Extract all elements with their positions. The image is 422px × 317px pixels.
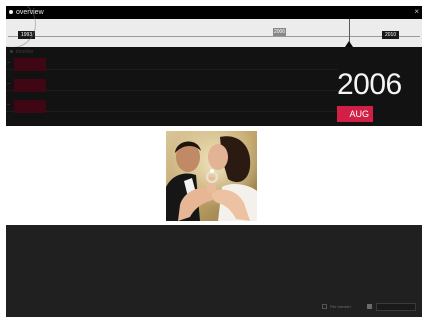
lock-icon: [367, 304, 372, 309]
overview-panel: overview × 1993 2006 2010 timeline 2006 …: [6, 6, 422, 126]
current-year-display: 2006: [337, 68, 402, 101]
timeline-track: [8, 36, 420, 37]
file-transfer-checkbox[interactable]: [322, 304, 327, 309]
overview-title-bar: overview ×: [6, 6, 422, 19]
track-row[interactable]: [6, 56, 338, 71]
track-row[interactable]: [6, 98, 338, 113]
track-row-bar[interactable]: [14, 79, 46, 92]
bottom-toolbar: File transfer: [322, 302, 418, 312]
row-tick: [7, 83, 10, 84]
track-row-bar[interactable]: [14, 100, 46, 113]
close-icon[interactable]: ×: [414, 6, 419, 17]
couple-ring-photo[interactable]: [166, 131, 257, 221]
timeline-end-year: 2010: [382, 31, 400, 39]
bottom-input-field[interactable]: [376, 303, 416, 311]
current-month-button[interactable]: AUG: [337, 106, 373, 122]
track-row-bar[interactable]: [14, 58, 46, 71]
app-stage: overview × 1993 2006 2010 timeline 2006 …: [0, 0, 422, 317]
file-transfer-label: File transfer: [330, 304, 352, 309]
row-tick: [7, 104, 10, 105]
track-row[interactable]: [6, 77, 338, 92]
row-tick: [7, 62, 10, 63]
sub-panel-title: timeline: [10, 48, 33, 56]
timeline-current-marker[interactable]: 2006: [273, 28, 286, 36]
bottom-panel: File transfer: [6, 225, 422, 317]
timeline-strip[interactable]: 1993 2006 2010: [6, 19, 422, 47]
